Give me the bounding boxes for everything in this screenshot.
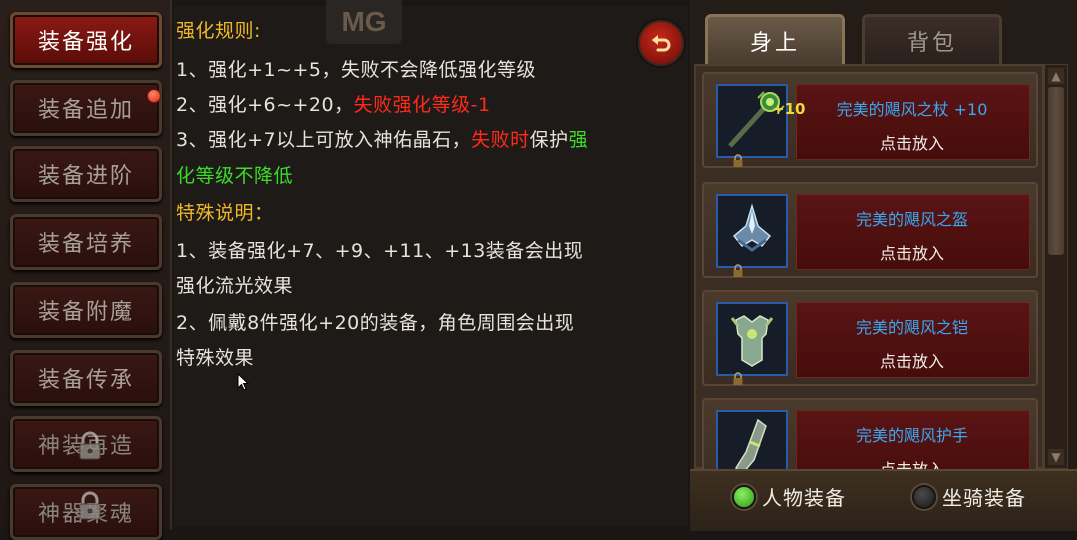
note-line-1: 1、装备强化+7、+9、+11、+13装备会出现: [176, 240, 584, 262]
tab-label: 身上: [749, 30, 800, 56]
special-notes-heading: 特殊说明：: [176, 202, 274, 224]
rules-heading: 强化规则:: [176, 20, 261, 42]
item-slot: [716, 194, 788, 277]
sidebar-item-divine-remake[interactable]: 神装再造: [10, 416, 162, 472]
back-button[interactable]: [638, 20, 684, 66]
sidebar-item-label: 装备传承: [37, 368, 134, 393]
staff-icon: [728, 91, 785, 148]
item-name: 完美的飓风之杖 +10: [836, 100, 988, 119]
equipment-item[interactable]: 完美的飓风之盔 点击放入: [702, 182, 1038, 278]
note-line-2-cont: 特殊效果: [176, 347, 255, 369]
sidebar: 装备强化 装备追加 装备进阶 装备培养 装备附魔 装备传承 神装再造 神器聚魂: [0, 0, 172, 540]
item-action-label: 点击放入: [796, 456, 1028, 469]
scroll-down-icon[interactable]: ▼: [1048, 449, 1064, 465]
sidebar-item-label: 装备进阶: [37, 164, 134, 189]
sidebar-item-label: 装备附魔: [37, 300, 134, 325]
item-slot: +10: [716, 84, 805, 167]
lock-icon: [79, 491, 101, 520]
bound-lock-icon: [733, 154, 743, 167]
tab-label: 背包: [906, 30, 957, 56]
sidebar-item-artifact-soul[interactable]: 神器聚魂: [10, 484, 162, 540]
watermark-logo: MG: [326, 0, 402, 44]
sidebar-item-label: 装备培养: [37, 232, 134, 257]
note-line-2: 2、佩戴8件强化+20的装备，角色周围会出现: [176, 312, 575, 334]
sidebar-item-equip-advance[interactable]: 装备进阶: [10, 146, 162, 202]
helmet-icon: [732, 203, 772, 252]
item-action-label: 点击放入: [879, 244, 944, 263]
sidebar-item-label: 装备追加: [37, 98, 134, 123]
mouse-cursor-icon: [237, 373, 249, 391]
bound-lock-icon: [733, 264, 743, 277]
filter-mount-equipment[interactable]: 坐骑装备: [912, 482, 1026, 511]
gauntlet-icon: [735, 418, 767, 469]
lock-icon: [79, 431, 101, 460]
equipment-item[interactable]: 完美的飓风之铠 点击放入: [702, 290, 1038, 386]
sidebar-item-equip-append[interactable]: 装备追加: [10, 80, 162, 136]
filter-character-equipment[interactable]: 人物装备: [732, 482, 846, 511]
armor-icon: [730, 315, 774, 367]
sidebar-item-label: 装备强化: [37, 30, 134, 55]
equipment-item[interactable]: 完美的飓风护手 点击放入: [702, 398, 1038, 469]
item-name: 完美的飓风之铠: [855, 318, 968, 337]
return-arrow-icon: [652, 35, 671, 52]
item-slot: [716, 302, 788, 385]
tab-equipped[interactable]: 身上: [705, 14, 845, 64]
filter-label: 人物装备: [762, 486, 846, 510]
item-name: 完美的飓风护手: [855, 426, 968, 445]
equipment-item-clip: 完美的飓风护手 点击放入: [702, 398, 1038, 469]
notification-dot-icon: [147, 89, 161, 103]
item-name: 完美的飓风之盔: [855, 210, 968, 229]
filter-label: 坐骑装备: [942, 486, 1026, 510]
list-scrollbar[interactable]: ▲ ▼: [1044, 64, 1068, 469]
scroll-up-icon[interactable]: ▲: [1048, 68, 1064, 84]
note-line-1-cont: 强化流光效果: [176, 275, 294, 297]
rule-line-3: 3、强化+7以上可放入神佑晶石，失败时保护强: [176, 129, 589, 151]
bound-lock-icon: [733, 372, 743, 385]
rule-line-2: 2、强化+6~+20，失败强化等级-1: [176, 94, 491, 116]
sidebar-item-equip-inherit[interactable]: 装备传承: [10, 350, 162, 406]
equipment-item[interactable]: +10 完美的飓风之杖 +10 点击放入: [702, 72, 1038, 168]
radio-unselected-icon: [912, 484, 936, 509]
sidebar-item-equip-cultivate[interactable]: 装备培养: [10, 214, 162, 270]
rule-line-1: 1、强化+1~+5，失败不会降低强化等级: [176, 59, 537, 81]
item-action-label: 点击放入: [879, 352, 944, 371]
rules-panel: [174, 6, 688, 526]
radio-selected-icon: [732, 484, 756, 509]
scroll-thumb[interactable]: [1048, 87, 1064, 255]
sidebar-item-equip-enchant[interactable]: 装备附魔: [10, 282, 162, 338]
tab-backpack[interactable]: 背包: [862, 14, 1002, 64]
rule-line-3-cont: 化等级不降低: [176, 165, 294, 187]
sidebar-item-equip-enhance[interactable]: 装备强化: [10, 12, 162, 68]
item-slot: [716, 410, 788, 469]
item-action-label: 点击放入: [879, 134, 944, 153]
